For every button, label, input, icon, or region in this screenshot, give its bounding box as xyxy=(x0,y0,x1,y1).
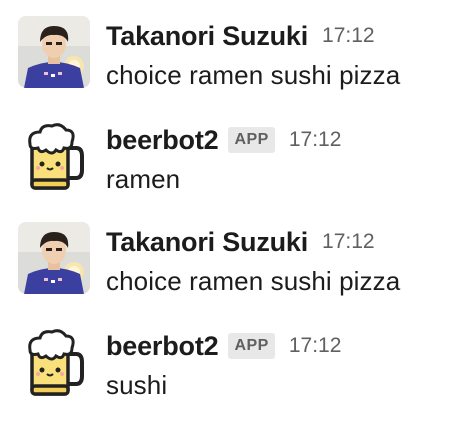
message-item[interactable]: Takanori Suzuki 17:12 choice ramen sushi… xyxy=(0,16,454,112)
beer-mug-avatar[interactable] xyxy=(18,120,90,192)
beer-mug-icon xyxy=(18,326,90,398)
app-badge: APP xyxy=(228,127,275,153)
message-item[interactable]: Takanori Suzuki 17:12 choice ramen sushi… xyxy=(0,222,454,318)
person-photo-avatar[interactable] xyxy=(18,16,90,88)
message-text: choice ramen sushi pizza xyxy=(106,60,401,90)
beer-mug-icon xyxy=(18,120,90,192)
message-header: beerbot2 APP 17:12 xyxy=(106,326,341,366)
author-name[interactable]: Takanori Suzuki xyxy=(106,227,308,258)
message-timestamp[interactable]: 17:12 xyxy=(322,24,375,48)
message-timestamp[interactable]: 17:12 xyxy=(289,128,342,152)
message-text: sushi xyxy=(106,370,168,400)
author-name[interactable]: Takanori Suzuki xyxy=(106,21,308,52)
person-photo-avatar[interactable] xyxy=(18,222,90,294)
message-text: ramen xyxy=(106,164,181,194)
message-header: Takanori Suzuki 17:12 xyxy=(106,222,375,262)
app-badge: APP xyxy=(228,333,275,359)
message-header: beerbot2 APP 17:12 xyxy=(106,120,341,160)
message-feed: Takanori Suzuki 17:12 choice ramen sushi… xyxy=(0,0,454,420)
person-photo-avatar-image xyxy=(18,222,90,294)
message-item[interactable]: beerbot2 APP 17:12 ramen xyxy=(0,120,454,216)
message-timestamp[interactable]: 17:12 xyxy=(322,230,375,254)
message-timestamp[interactable]: 17:12 xyxy=(289,334,342,358)
message-header: Takanori Suzuki 17:12 xyxy=(106,16,375,56)
message-text: choice ramen sushi pizza xyxy=(106,266,401,296)
person-photo-avatar-image xyxy=(18,16,90,88)
author-name[interactable]: beerbot2 xyxy=(106,331,219,362)
message-item[interactable]: beerbot2 APP 17:12 sushi xyxy=(0,326,454,422)
author-name[interactable]: beerbot2 xyxy=(106,125,219,156)
beer-mug-avatar[interactable] xyxy=(18,326,90,398)
